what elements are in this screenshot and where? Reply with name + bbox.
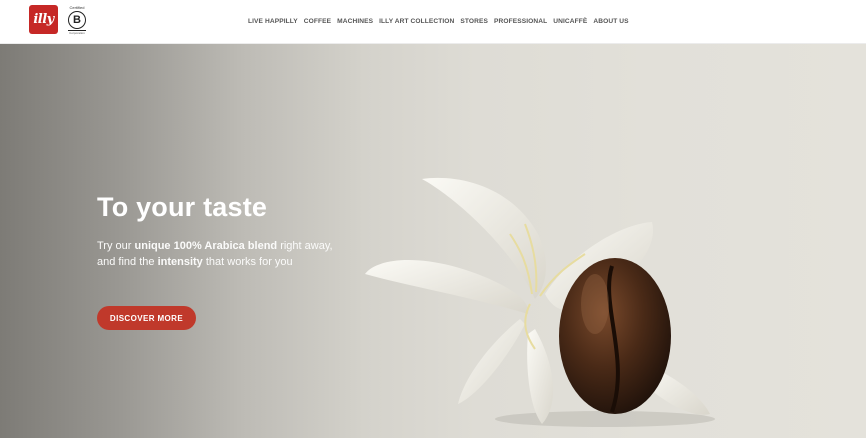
hero-title: To your taste: [97, 192, 268, 222]
nav-machines[interactable]: MACHINES: [337, 18, 373, 25]
nav-coffee[interactable]: COFFEE: [304, 18, 331, 25]
bcorp-letter: B: [73, 14, 81, 26]
illy-logo[interactable]: illy: [29, 5, 58, 34]
nav-live-happilly[interactable]: LIVE HAPPILLY: [248, 18, 298, 25]
nav-about-us[interactable]: ABOUT US: [593, 18, 628, 25]
nav-illy-art-collection[interactable]: ILLY ART COLLECTION: [379, 18, 454, 25]
site-header: illy Certified B Corporation LIVE HAPPIL…: [0, 0, 866, 44]
hero-text: Try our unique 100% Arabica blend right …: [97, 238, 337, 270]
hero-text-bold: intensity: [157, 256, 203, 268]
nav-professional[interactable]: PROFESSIONAL: [494, 18, 547, 25]
logo-text: illy: [33, 12, 54, 27]
nav-unicaffe[interactable]: UNICAFFÈ: [553, 18, 587, 25]
discover-more-button[interactable]: DISCOVER MORE: [97, 306, 196, 330]
main-nav: LIVE HAPPILLY COFFEE MACHINES ILLY ART C…: [248, 15, 629, 27]
hero-text-part: that works for you: [202, 256, 293, 268]
hero-banner: To your taste Try our unique 100% Arabic…: [0, 44, 866, 438]
bcorp-circle: B: [68, 11, 86, 29]
hero-text-part: Try our: [97, 240, 135, 252]
bcorp-bottom-text: Corporation: [69, 31, 85, 35]
nav-stores[interactable]: STORES: [460, 18, 488, 25]
bcorp-logo[interactable]: Certified B Corporation: [64, 5, 90, 37]
bcorp-top-text: Certified: [69, 5, 85, 10]
hero-text-bold: unique 100% Arabica blend: [134, 240, 278, 252]
coffee-flower-bean-image: [365, 177, 715, 427]
